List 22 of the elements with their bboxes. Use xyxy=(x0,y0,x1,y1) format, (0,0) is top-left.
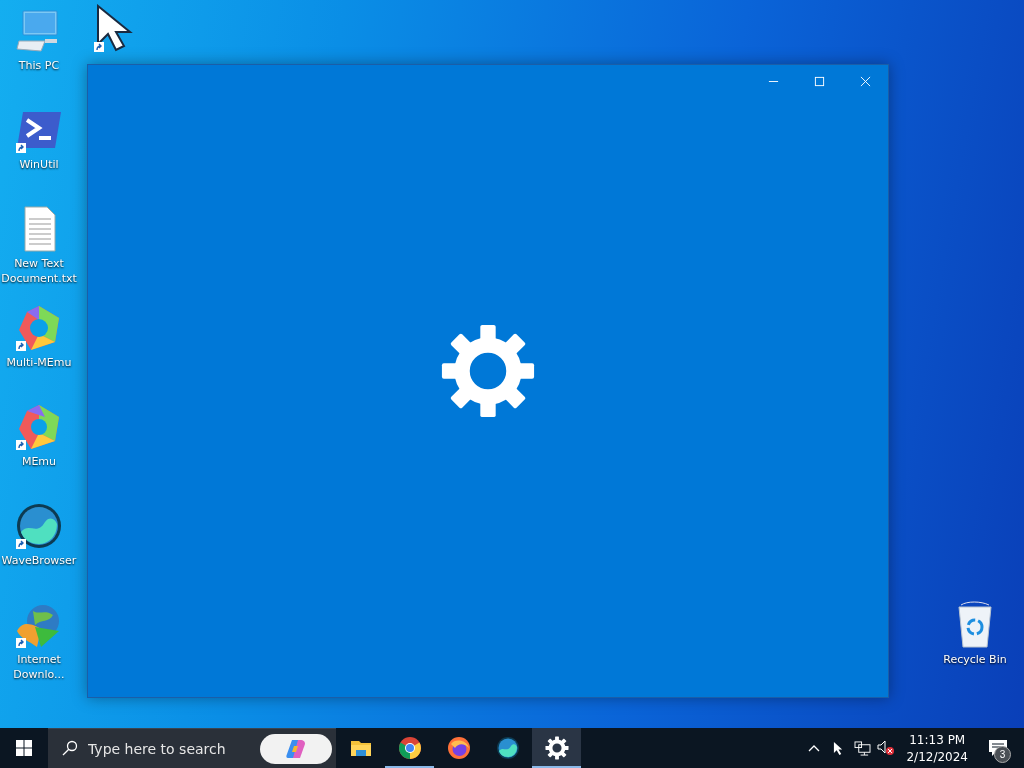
settings-taskbar-button[interactable] xyxy=(532,728,581,768)
desktop-icon-label[interactable]: This PC xyxy=(18,58,60,73)
desktop-icon-label[interactable]: WaveBrowser xyxy=(1,553,77,568)
clock-button[interactable]: 11:13 PM 2/12/2024 xyxy=(898,728,976,768)
desktop-icon-label[interactable]: Recycle Bin xyxy=(943,652,1007,667)
desktop-icon-label[interactable]: WinUtil xyxy=(19,157,59,172)
firefox-icon xyxy=(446,736,471,760)
windows-logo-icon xyxy=(16,740,32,756)
notification-count-badge: 3 xyxy=(994,746,1011,763)
desktop-icon-label[interactable]: Internet Downlo... xyxy=(0,652,78,682)
maximize-icon xyxy=(813,75,825,87)
search-field[interactable]: Type here to search xyxy=(48,728,248,768)
wave-globe-icon[interactable] xyxy=(15,502,63,550)
notifications-button[interactable]: 3 xyxy=(976,728,1020,768)
desktop-icon-label[interactable]: New Text Document.txt xyxy=(0,256,78,286)
settings-icon xyxy=(544,736,569,760)
copilot-button[interactable] xyxy=(248,728,336,768)
close-icon xyxy=(859,75,871,87)
wave-globe-icon xyxy=(495,736,520,760)
chrome-icon xyxy=(397,736,422,760)
desktop-icon-label[interactable]: Multi-MEmu xyxy=(6,355,72,370)
desktop-icon-label[interactable]: MEmu xyxy=(21,454,57,469)
